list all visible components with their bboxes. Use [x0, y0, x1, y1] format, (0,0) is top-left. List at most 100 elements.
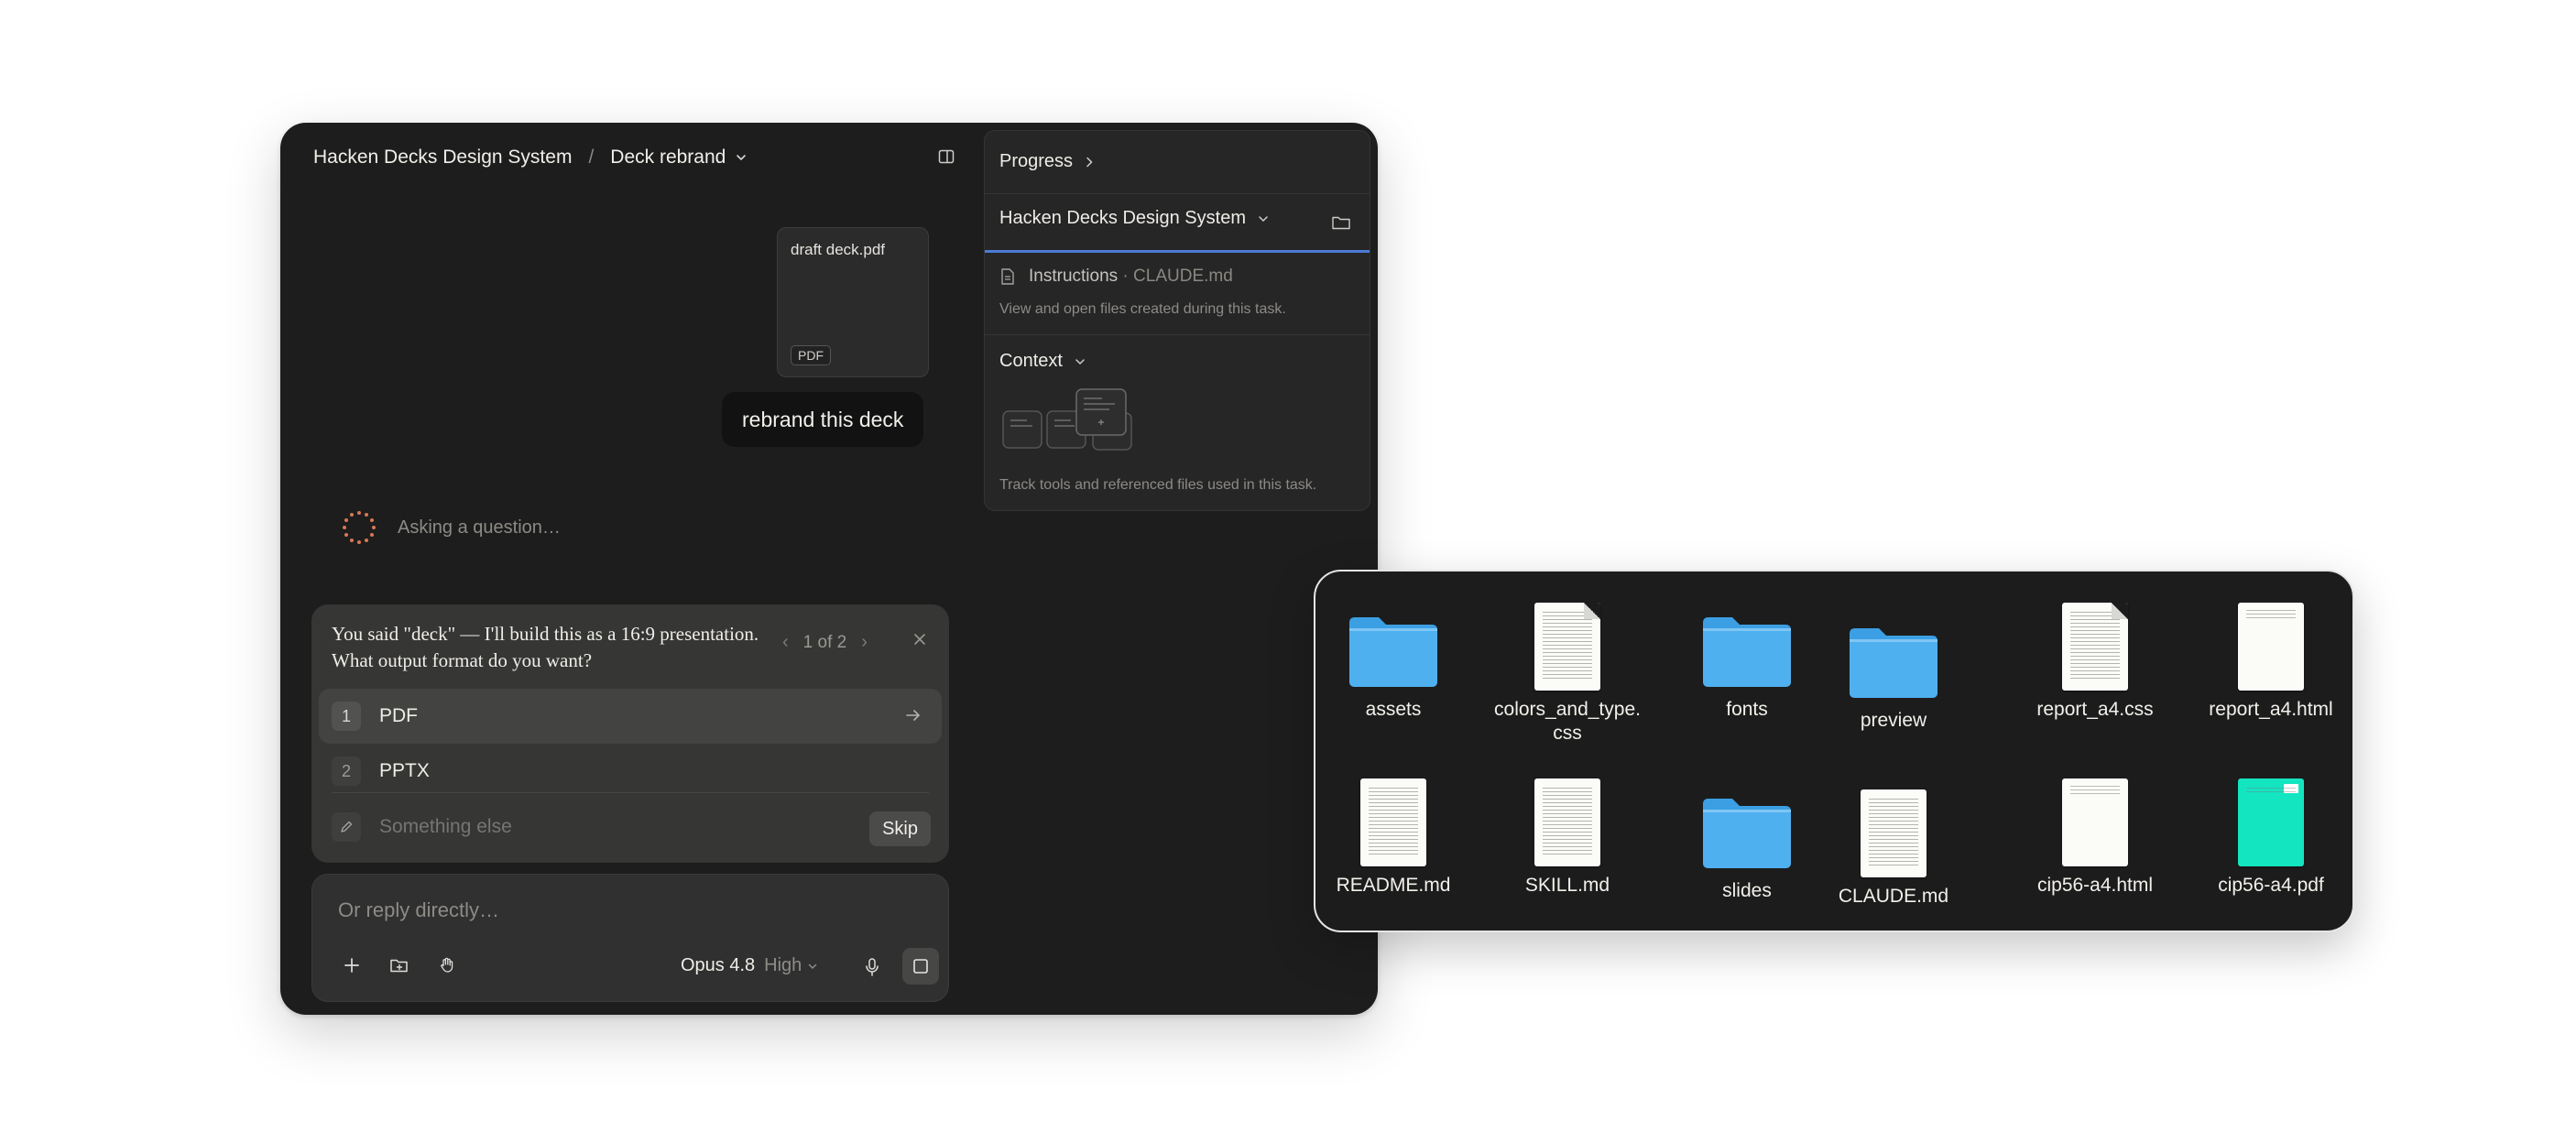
file-name: SKILL.md [1524, 875, 1610, 896]
context-label: Context [999, 351, 1063, 371]
folder-item[interactable]: assets [1315, 590, 1471, 722]
project-label: Hacken Decks Design System [999, 208, 1246, 228]
something-else-input[interactable] [379, 816, 837, 838]
folder-icon [1850, 628, 1937, 698]
file-item[interactable]: cip56-a4.html [2017, 766, 2173, 898]
effort-selector[interactable]: High [764, 955, 818, 976]
file-item[interactable]: SKILL.md [1490, 766, 1645, 898]
composer-tools [338, 952, 461, 979]
breadcrumb-project[interactable]: Hacken Decks Design System [313, 147, 572, 169]
model-selector[interactable]: Opus 4.8 High [681, 955, 818, 976]
file-item[interactable]: report_a4.html [2193, 590, 2349, 722]
pencil-icon [332, 812, 361, 842]
folder-plus-icon [390, 959, 408, 973]
attachment-type-badge: PDF [791, 345, 831, 365]
folder-item[interactable]: fonts [1669, 590, 1825, 722]
project-files-header[interactable]: Hacken Decks Design System [999, 208, 1270, 229]
context-cards-icon [1002, 388, 1132, 451]
files-note: View and open files created during this … [999, 301, 1286, 317]
pager-text: 1 of 2 [802, 632, 847, 652]
divider [332, 792, 929, 793]
option-number: 1 [332, 702, 361, 731]
file-name: assets [1365, 699, 1422, 720]
file-name: preview [1860, 710, 1927, 731]
attachment-name: draft deck.pdf [791, 241, 886, 258]
hand-tool-button[interactable] [433, 952, 461, 979]
option-pptx[interactable]: 2 PPTX [319, 744, 942, 799]
prev-question-button[interactable]: ‹ [782, 632, 789, 653]
progress-header[interactable]: Progress [999, 151, 1095, 172]
file-name: report_a4.css [2036, 699, 2154, 720]
folder-icon [1349, 617, 1437, 687]
file-name: report_a4.html [2209, 699, 2333, 720]
folder-item[interactable]: preview [1816, 601, 1971, 733]
file-name: cip56-a4.pdf [2218, 875, 2324, 896]
spinner-icon [343, 511, 376, 544]
selection-indicator [985, 250, 1370, 253]
folder-icon [1703, 617, 1791, 687]
file-name: README.md [1336, 875, 1451, 896]
instructions-filename: CLAUDE.md [1133, 267, 1233, 286]
skip-button[interactable]: Skip [869, 811, 931, 846]
file-name: CLAUDE.md [1838, 886, 1949, 907]
instructions-label: Instructions [1029, 267, 1119, 286]
file-item[interactable]: colors_and_type. css [1490, 590, 1645, 746]
file-icon [1001, 268, 1014, 285]
option-pdf[interactable]: 1 PDF [319, 689, 942, 744]
chevron-right-icon [1086, 157, 1093, 167]
effort-level: High [764, 955, 802, 975]
chevron-down-icon [737, 155, 747, 161]
context-note: Track tools and referenced files used in… [999, 477, 1317, 493]
context-header[interactable]: Context [999, 351, 1086, 372]
file-name: fonts [1726, 699, 1768, 720]
chevron-down-icon [1075, 358, 1085, 365]
document-icon [1861, 789, 1927, 877]
something-else-row: Skip [319, 800, 942, 854]
hand-icon [441, 957, 453, 973]
task-switcher[interactable]: Deck rebrand [610, 147, 748, 169]
file-item[interactable]: CLAUDE.md [1816, 777, 1971, 909]
breadcrumb: Hacken Decks Design System / Deck rebran… [313, 139, 748, 176]
microphone-button[interactable] [858, 953, 886, 981]
divider [985, 193, 1370, 194]
instructions-file-row[interactable]: Instructions · CLAUDE.md [999, 259, 1233, 294]
close-icon [914, 634, 925, 645]
panel-toggle-button[interactable] [931, 141, 962, 172]
stop-button[interactable] [902, 948, 939, 985]
document-icon [1534, 603, 1600, 691]
arrow-right-icon [906, 710, 921, 721]
document-icon [1360, 778, 1426, 866]
side-panel: Progress Hacken Decks Design System Inst… [984, 130, 1370, 511]
breadcrumb-separator: / [588, 147, 595, 168]
status-text: Asking a question… [398, 517, 561, 538]
folder-icon [1332, 216, 1350, 230]
document-icon [2238, 603, 2304, 691]
open-folder-button[interactable] [1331, 213, 1351, 236]
next-question-button[interactable]: › [861, 632, 868, 653]
task-title: Deck rebrand [610, 147, 726, 168]
file-item[interactable]: cip56-a4.pdf [2193, 766, 2349, 898]
folder-item[interactable]: slides [1669, 771, 1825, 903]
reply-input[interactable]: Or reply directly… [338, 898, 499, 922]
option-label: PDF [379, 705, 418, 726]
user-message: rebrand this deck [722, 392, 924, 447]
file-item[interactable]: README.md [1315, 766, 1471, 898]
file-item[interactable]: report_a4.css [2017, 590, 2173, 722]
document-icon [1534, 778, 1600, 866]
stop-icon [913, 959, 928, 974]
document-icon [2062, 603, 2128, 691]
file-name: cip56-a4.html [2036, 875, 2154, 896]
add-button[interactable] [338, 952, 366, 979]
pdf-attachment[interactable]: draft deck.pdf PDF [777, 227, 929, 377]
close-question-button[interactable] [909, 628, 931, 650]
divider [985, 334, 1370, 335]
question-text: You said "deck" — I'll build this as a 1… [332, 623, 759, 671]
file-name: slides [1722, 880, 1772, 901]
status-indicator: Asking a question… [341, 509, 561, 546]
pdf-icon [2238, 778, 2304, 866]
sidebar-panel-icon [938, 149, 955, 164]
composer: Or reply directly… Opus 4.8 High [311, 874, 949, 1002]
add-folder-button[interactable] [386, 952, 413, 979]
question-card: You said "deck" — I'll build this as a 1… [311, 604, 949, 863]
dot-separator: · [1118, 267, 1134, 286]
